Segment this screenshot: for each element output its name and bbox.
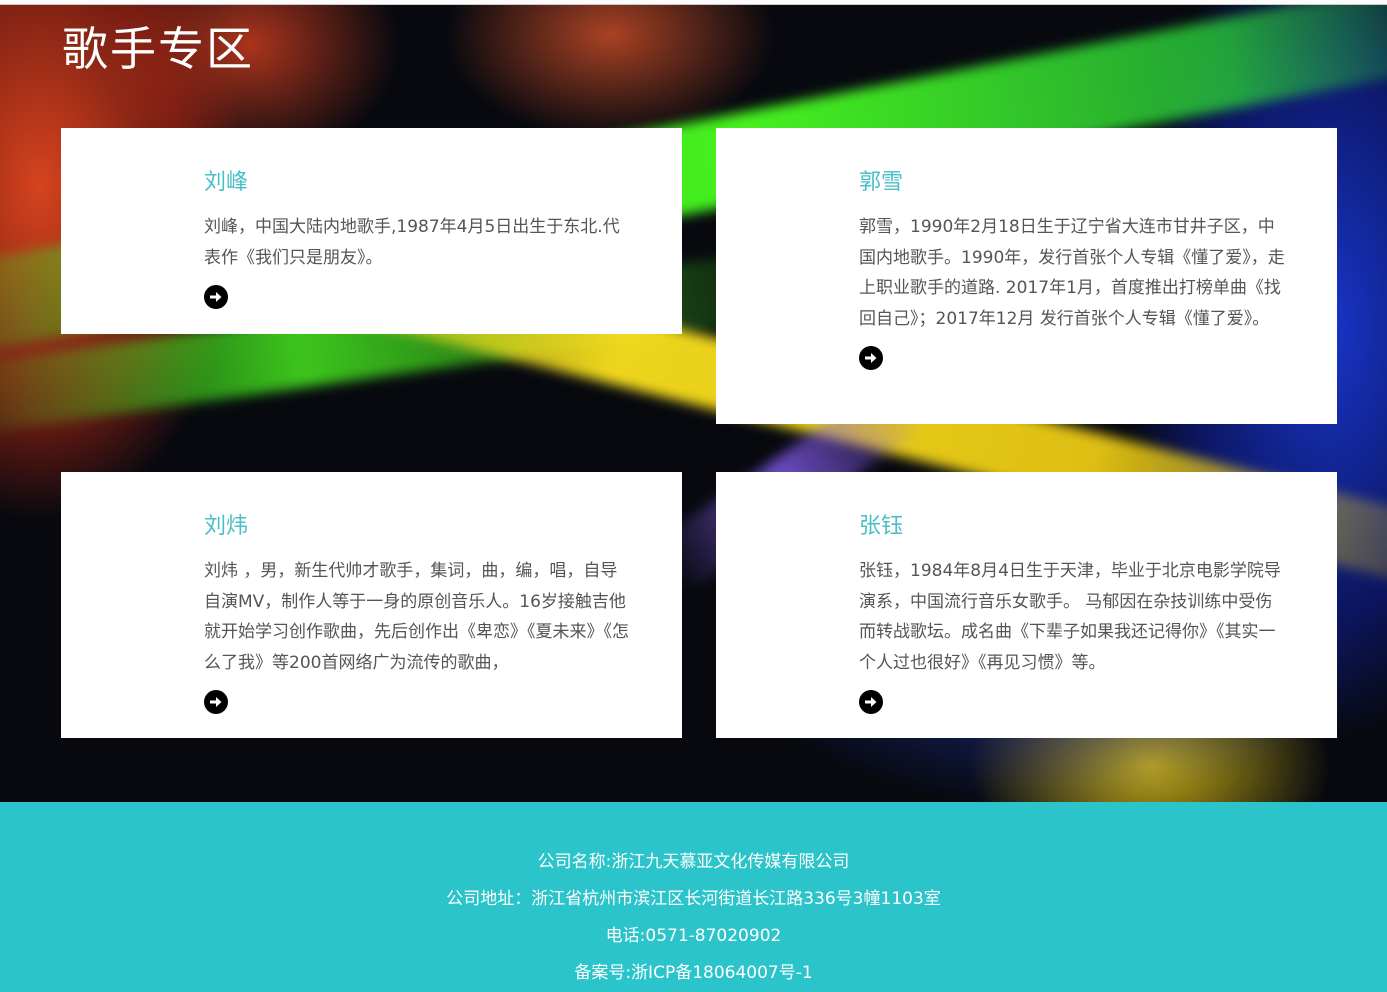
footer-company-name: 公司名称:浙江九天慕亚文化传媒有限公司: [537, 852, 850, 872]
arrow-circle-right-icon[interactable]: [859, 690, 883, 714]
footer-icp-record[interactable]: 备案号:浙ICP备18064007号-1: [0, 955, 1387, 992]
singer-description: 郭雪，1990年2月18日生于辽宁省大连市甘井子区，中国内地歌手。1990年，发…: [859, 217, 1285, 329]
singer-name[interactable]: 刘峰: [204, 166, 634, 200]
singer-name[interactable]: 刘炜: [204, 510, 634, 544]
page-title: 歌手专区: [62, 22, 254, 76]
footer-address: 公司地址：浙江省杭州市滨江区长河街道长江路336号3幢1103室: [446, 889, 941, 909]
singer-description: 刘炜 ，男，新生代帅才歌手，集词，曲，编，唱，自导自演MV，制作人等于一身的原创…: [204, 561, 629, 673]
singer-name[interactable]: 郭雪: [859, 166, 1289, 200]
singer-card: 张钰 张钰，1984年8月4日生于天津，毕业于北京电影学院导演系，中国流行音乐女…: [716, 472, 1337, 738]
singer-description: 张钰，1984年8月4日生于天津，毕业于北京电影学院导演系，中国流行音乐女歌手。…: [859, 561, 1281, 673]
arrow-circle-right-icon[interactable]: [859, 346, 883, 370]
footer: 公司名称:浙江九天慕亚文化传媒有限公司 公司地址：浙江省杭州市滨江区长河街道长江…: [0, 802, 1387, 992]
singer-description: 刘峰，中国大陆内地歌手,1987年4月5日出生于东北.代表作《我们只是朋友》。: [204, 217, 620, 268]
singer-card: 郭雪 郭雪，1990年2月18日生于辽宁省大连市甘井子区，中国内地歌手。1990…: [716, 128, 1337, 424]
footer-phone: 电话:0571-87020902: [605, 926, 782, 946]
singer-card: 刘峰 刘峰，中国大陆内地歌手,1987年4月5日出生于东北.代表作《我们只是朋友…: [61, 128, 682, 334]
arrow-circle-right-icon[interactable]: [204, 690, 228, 714]
singer-card: 刘炜 刘炜 ，男，新生代帅才歌手，集词，曲，编，唱，自导自演MV，制作人等于一身…: [61, 472, 682, 738]
singer-name[interactable]: 张钰: [859, 510, 1289, 544]
arrow-circle-right-icon[interactable]: [204, 285, 228, 309]
browser-top-edge: [0, 0, 1387, 5]
